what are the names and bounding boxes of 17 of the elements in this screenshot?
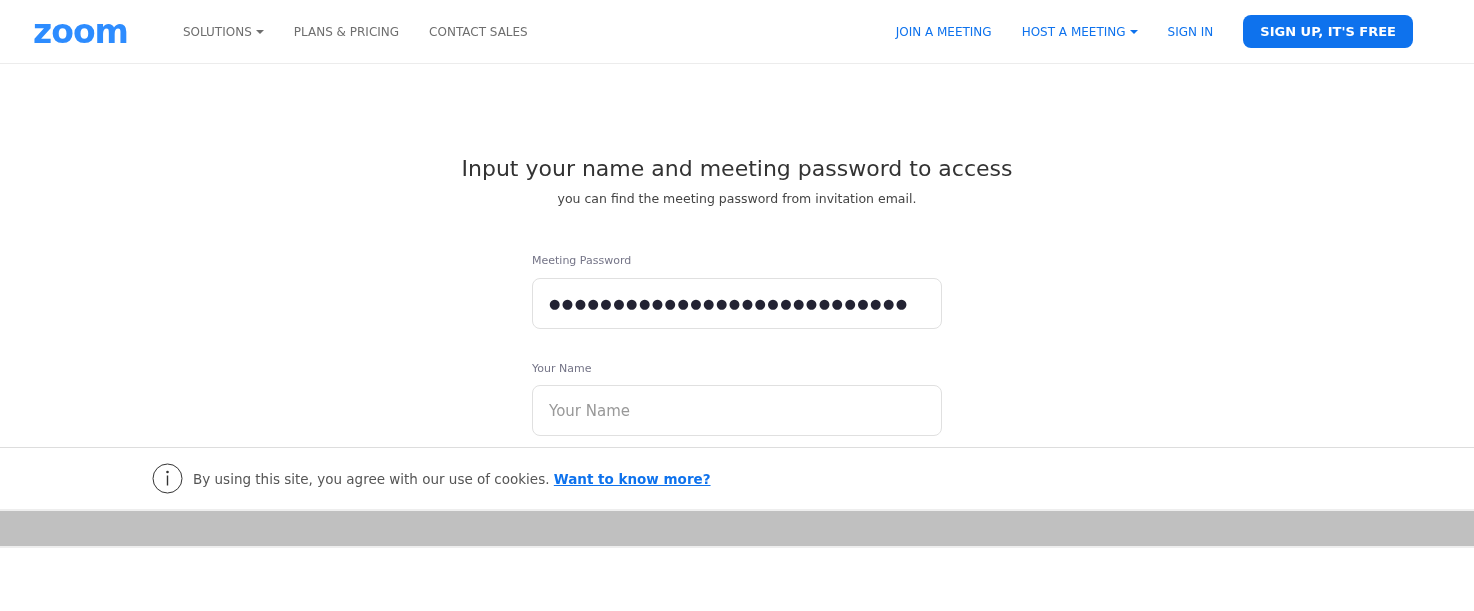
- field-label: Meeting Password: [532, 253, 633, 270]
- nav-link[interactable]: SOLUTIONS: [182, 22, 264, 41]
- nav-link[interactable]: PLANS & PRICING: [293, 22, 400, 41]
- learn-more-link[interactable]: Want to know more?: [553, 470, 711, 487]
- subtitle: you can find the meeting password from invitation email.: [556, 190, 918, 209]
- cookie-notice: By using this site, you agree with our use of cookies. Want to know more?: [193, 469, 711, 489]
- info-icon: [152, 463, 183, 495]
- nav-link[interactable]: HOST A MEETING: [1021, 22, 1138, 41]
- nav-link[interactable]: CONTACT SALES: [429, 22, 528, 41]
- page-title: Input your name and meeting password to access: [460, 156, 1014, 183]
- input-field[interactable]: ●●●●●●●●●●●●●●●●●●●●●●●●●●●●: [532, 277, 942, 329]
- signup-button[interactable]: SIGN UP, IT'S FREE: [1243, 14, 1413, 49]
- logo[interactable]: zoom: [33, 15, 128, 48]
- field-label: Your Name: [532, 360, 593, 377]
- input-field[interactable]: Your Name: [532, 385, 942, 437]
- nav-link[interactable]: SIGN IN: [1167, 22, 1214, 41]
- nav-link[interactable]: JOIN A MEETING: [895, 22, 992, 41]
